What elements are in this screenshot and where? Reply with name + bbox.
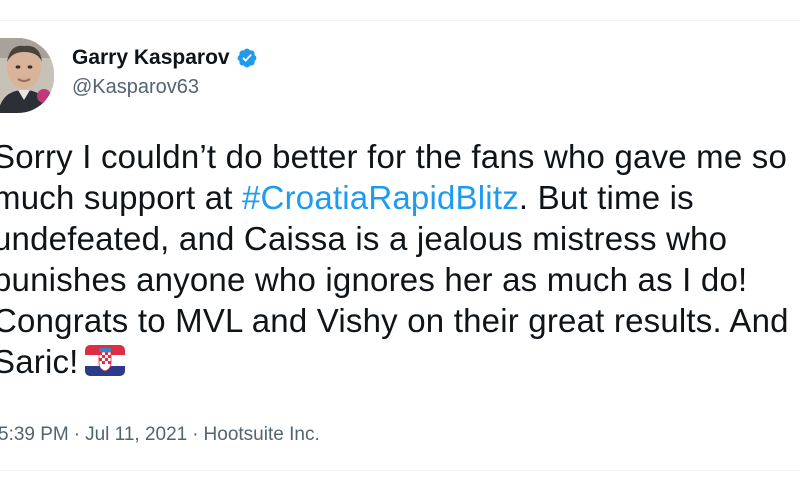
handle[interactable]: @Kasparov63 bbox=[72, 76, 258, 99]
tweet-meta: 5:39 PM · Jul 11, 2021 · Hootsuite Inc. bbox=[0, 424, 320, 446]
display-name[interactable]: Garry Kasparov bbox=[72, 46, 230, 70]
tweet-line-6: Saric! bbox=[0, 341, 800, 382]
author-block: Garry Kasparov @Kasparov63 bbox=[72, 44, 258, 99]
avatar[interactable] bbox=[0, 38, 54, 113]
divider-bottom bbox=[0, 470, 800, 471]
tweet-line-1: Sorry I couldn’t do better for the fans … bbox=[0, 138, 788, 175]
tweet-source[interactable]: Hootsuite Inc. bbox=[204, 424, 320, 445]
hashtag-link[interactable]: #CroatiaRapidBlitz bbox=[242, 179, 519, 216]
tweet-line-5: Congrats to MVL and Vishy on their great… bbox=[0, 302, 789, 339]
tweet-text: Sorry I couldn’t do better for the fans … bbox=[0, 136, 800, 382]
name-row: Garry Kasparov bbox=[72, 44, 258, 72]
tweet-card: Garry Kasparov @Kasparov63 Sorry I could… bbox=[0, 0, 800, 500]
meta-separator-2: · bbox=[192, 424, 199, 445]
divider-top bbox=[0, 20, 800, 21]
tweet-line-3: undefeated, and Caissa is a jealous mist… bbox=[0, 220, 728, 257]
tweet-line-2: much support at #CroatiaRapidBlitz. But … bbox=[0, 179, 694, 216]
verified-badge-icon bbox=[237, 48, 256, 68]
croatia-flag-emoji-icon bbox=[84, 344, 125, 376]
tweet-line-4: punishes anyone who ignores her as much … bbox=[0, 261, 748, 298]
meta-separator: · bbox=[73, 424, 81, 445]
tweet-date[interactable]: Jul 11, 2021 bbox=[85, 424, 187, 445]
tweet-time[interactable]: 5:39 PM bbox=[0, 424, 69, 445]
